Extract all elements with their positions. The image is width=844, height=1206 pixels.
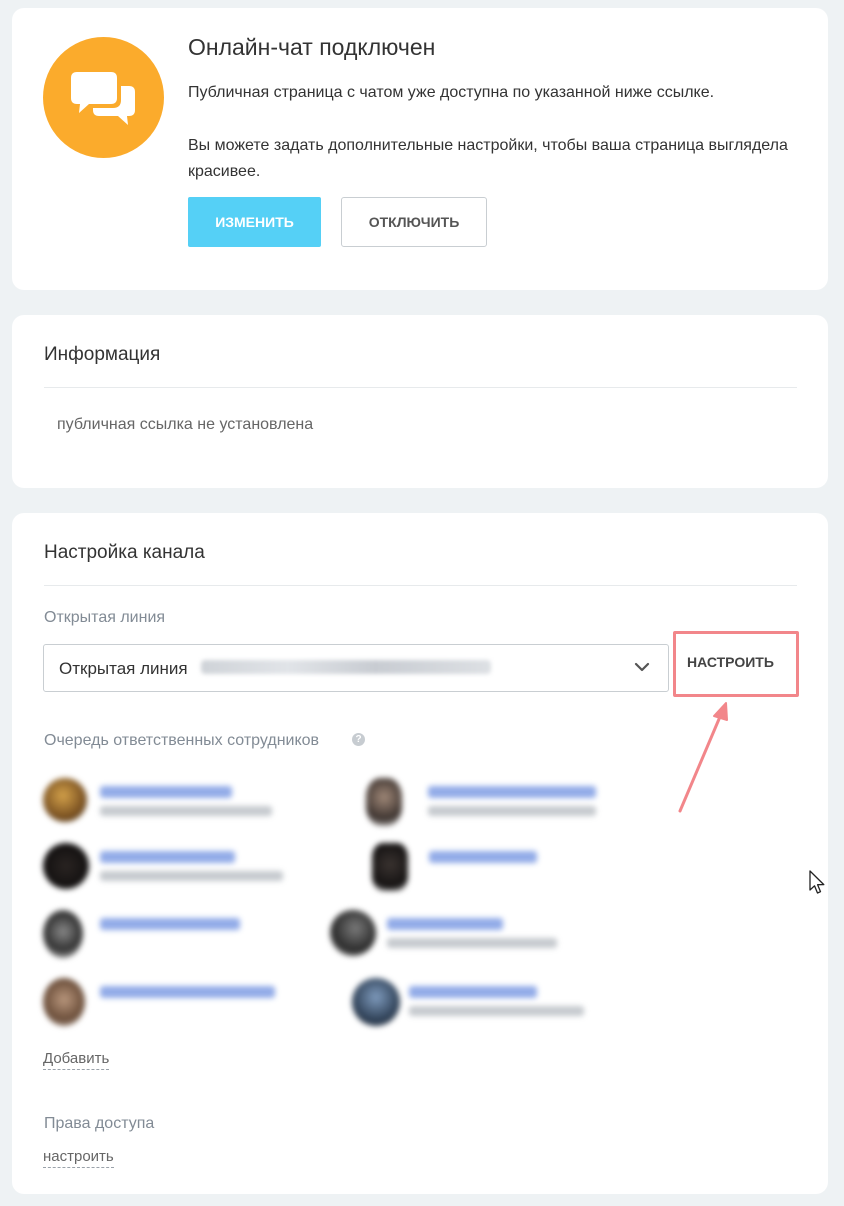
- avatar: [366, 778, 402, 826]
- employee-item[interactable]: [352, 978, 642, 1028]
- employee-item[interactable]: [43, 843, 333, 893]
- page-title: Онлайн-чат подключен: [188, 34, 436, 60]
- queue-label: Очередь ответственных сотрудников: [44, 732, 320, 749]
- chat-bubbles-icon: [43, 37, 164, 158]
- channel-settings-card: Настройка канала Открытая линия Открытая…: [12, 513, 828, 1194]
- avatar: [43, 978, 85, 1026]
- open-line-select[interactable]: Открытая линия: [43, 644, 669, 692]
- mouse-cursor-icon: [809, 870, 825, 894]
- employee-item[interactable]: [43, 778, 333, 828]
- avatar: [352, 978, 400, 1026]
- employee-role: [387, 938, 557, 948]
- channel-settings-title: Настройка канала: [44, 542, 205, 563]
- settings-hint: Вы можете задать дополнительные настройк…: [188, 137, 788, 180]
- information-card: Информация публичная ссылка не установле…: [12, 315, 828, 488]
- access-rights-configure-link[interactable]: настроить: [43, 1148, 114, 1168]
- avatar: [43, 843, 89, 889]
- avatar: [330, 910, 376, 956]
- add-employee-link[interactable]: Добавить: [43, 1050, 110, 1070]
- access-rights-label: Права доступа: [44, 1115, 155, 1132]
- open-line-selected-value: Открытая линия: [59, 659, 188, 678]
- employee-role: [100, 806, 272, 816]
- employee-role: [100, 871, 283, 881]
- divider: [44, 387, 797, 388]
- highlight-annotation: [673, 631, 799, 697]
- employee-item[interactable]: [372, 843, 662, 893]
- public-link-status: публичная ссылка не установлена: [57, 416, 314, 433]
- edit-button[interactable]: ИЗМЕНИТЬ: [188, 197, 321, 247]
- employee-name: [100, 786, 232, 798]
- employee-item[interactable]: [362, 778, 652, 828]
- chevron-down-icon: [634, 662, 650, 672]
- avatar: [43, 910, 83, 958]
- divider: [44, 585, 797, 586]
- avatar: [43, 778, 87, 822]
- employee-name: [387, 918, 503, 930]
- employee-name: [428, 786, 596, 798]
- help-icon[interactable]: ?: [352, 733, 365, 746]
- employee-name: [100, 918, 240, 930]
- avatar: [372, 843, 408, 891]
- employee-name: [429, 851, 537, 863]
- employee-item[interactable]: [330, 910, 620, 960]
- open-line-label: Открытая линия: [44, 609, 166, 626]
- employee-item[interactable]: [43, 910, 333, 960]
- disable-button[interactable]: ОТКЛЮЧИТЬ: [341, 197, 487, 247]
- connection-status-card: Онлайн-чат подключен Публичная страница …: [12, 8, 828, 290]
- employee-item[interactable]: [43, 978, 333, 1028]
- employee-name: [409, 986, 537, 998]
- employee-name: [100, 851, 235, 863]
- employee-role: [428, 806, 596, 816]
- employee-role: [409, 1006, 584, 1016]
- redacted-line-name: [201, 660, 491, 674]
- information-title: Информация: [44, 344, 161, 365]
- public-page-description: Публичная страница с чатом уже доступна …: [188, 84, 715, 101]
- employee-name: [100, 986, 275, 998]
